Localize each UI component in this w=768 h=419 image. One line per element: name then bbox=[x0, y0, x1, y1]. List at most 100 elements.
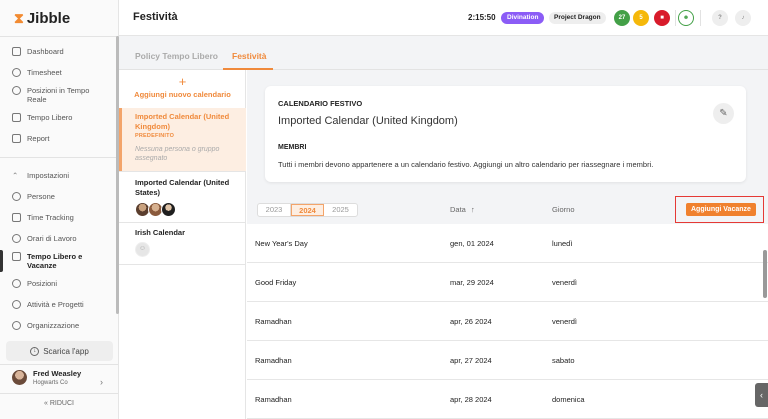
sidebar-item-organization[interactable]: Organizzazione bbox=[0, 321, 118, 330]
table-row[interactable]: Ramadhan apr, 28 2024 domenica bbox=[247, 380, 768, 419]
table-row[interactable]: New Year's Day gen, 01 2024 lunedì bbox=[247, 224, 768, 263]
holiday-date: apr, 28 2024 bbox=[450, 395, 492, 404]
tab-time-off-policy[interactable]: Policy Tempo Libero bbox=[135, 51, 218, 61]
sidebar-item-label: Dashboard bbox=[27, 47, 64, 56]
holiday-day: lunedì bbox=[552, 239, 573, 248]
calendar-name: Imported Calendar (United Kingdom) bbox=[135, 112, 230, 131]
members-text: Tutti i membri devono appartenere a un c… bbox=[278, 160, 654, 169]
clocked-in-count[interactable]: 27 bbox=[614, 10, 630, 26]
holiday-name: Ramadhan bbox=[255, 356, 292, 365]
sidebar-item-label: Organizzazione bbox=[27, 321, 80, 330]
help-icon[interactable]: ? bbox=[712, 10, 728, 26]
jibble-logo[interactable]: ⧗ Jibble bbox=[14, 10, 70, 27]
sidebar-settings-nav: ⌃ Impostazioni Persone Time Tracking Ora… bbox=[0, 171, 118, 330]
holiday-date: mar, 29 2024 bbox=[450, 278, 494, 287]
pencil-icon: ✎ bbox=[719, 108, 728, 119]
holiday-date: apr, 26 2024 bbox=[450, 317, 492, 326]
tab-bar: Policy Tempo Libero Festività bbox=[119, 36, 768, 70]
sidebar-item-timesheet[interactable]: Timesheet bbox=[0, 68, 118, 77]
holiday-name: Ramadhan bbox=[255, 395, 292, 404]
clock-icon bbox=[12, 68, 21, 77]
member-avatars: ☺ bbox=[135, 242, 230, 257]
date-column-header[interactable]: Data ↑ bbox=[450, 205, 475, 214]
year-option[interactable]: 2025 bbox=[324, 204, 357, 216]
suitcase-icon bbox=[12, 113, 21, 122]
sidebar-settings-toggle[interactable]: ⌃ Impostazioni bbox=[0, 171, 118, 180]
user-profile[interactable]: Fred Weasley Hogwarts Co bbox=[12, 369, 81, 386]
calendar-list: + Aggiungi nuovo calendario Imported Cal… bbox=[119, 70, 246, 419]
user-org: Hogwarts Co bbox=[33, 380, 68, 386]
divider bbox=[119, 171, 246, 172]
table-row[interactable]: Good Friday mar, 29 2024 venerdì bbox=[247, 263, 768, 302]
holiday-name: New Year's Day bbox=[255, 239, 308, 248]
table-row[interactable]: Ramadhan apr, 27 2024 sabato bbox=[247, 341, 768, 380]
calendar-item-us[interactable]: Imported Calendar (United States) bbox=[119, 178, 246, 219]
double-chevron-left-icon: « bbox=[44, 400, 48, 407]
edit-calendar-button[interactable]: ✎ bbox=[713, 103, 734, 124]
notifications-icon[interactable]: ♪ bbox=[735, 10, 751, 26]
sidebar-item-time-off[interactable]: Tempo Libero bbox=[0, 113, 118, 122]
chevron-left-icon[interactable]: ‹ bbox=[755, 383, 768, 407]
sidebar-item-report[interactable]: Report bbox=[0, 134, 118, 143]
table-row[interactable]: Ramadhan apr, 26 2024 venerdì bbox=[247, 302, 768, 341]
download-icon: ↓ bbox=[30, 346, 40, 356]
collapse-label: RIDUCI bbox=[49, 400, 74, 407]
report-icon bbox=[12, 134, 21, 143]
year-selector: 2023 2024 2025 bbox=[257, 203, 358, 217]
sidebar-item-label: Persone bbox=[27, 192, 55, 201]
sidebar-item-label: Report bbox=[27, 134, 50, 143]
sidebar-item-dashboard[interactable]: Dashboard bbox=[0, 47, 118, 56]
sidebar-item-time-tracking[interactable]: Time Tracking bbox=[0, 213, 118, 222]
page-title: Festività bbox=[133, 11, 178, 23]
divider bbox=[0, 364, 118, 365]
timer-display: 2:15:50 bbox=[468, 13, 496, 22]
sidebar-item-label: Time Tracking bbox=[27, 213, 74, 222]
holiday-calendar-detail: CALENDARIO FESTIVO Imported Calendar (Un… bbox=[247, 70, 768, 419]
on-break-count[interactable]: 5 bbox=[633, 10, 649, 26]
clock-in-icon[interactable]: ☻ bbox=[678, 10, 694, 26]
sort-arrow-up-icon: ↑ bbox=[470, 205, 475, 214]
location-pin-icon bbox=[12, 86, 21, 95]
avatar bbox=[12, 370, 27, 385]
holiday-date: gen, 01 2024 bbox=[450, 239, 494, 248]
stop-timer-button[interactable]: ■ bbox=[654, 10, 670, 26]
sidebar-item-label: Attività e Progetti bbox=[27, 300, 84, 309]
download-app-button[interactable]: ↓ Scarica l'app bbox=[6, 341, 113, 361]
sidebar-item-label: Posizioni bbox=[27, 279, 58, 288]
calendar-name: Imported Calendar (United States) bbox=[135, 178, 230, 197]
divider bbox=[0, 36, 118, 37]
calendar-item-irish[interactable]: Irish Calendar ☺ bbox=[119, 228, 246, 257]
chevron-right-icon[interactable]: › bbox=[100, 377, 103, 387]
sidebar-item-live-locations[interactable]: Posizioni in Tempo Reale bbox=[0, 86, 118, 104]
project-badge[interactable]: Project Dragon bbox=[549, 12, 606, 24]
sidebar-item-activities-projects[interactable]: Attività e Progetti bbox=[0, 300, 118, 309]
add-holidays-button[interactable]: Aggiungi Vacanze bbox=[686, 203, 756, 216]
holiday-day: domenica bbox=[552, 395, 585, 404]
sidebar-item-time-off-holidays[interactable]: Tempo Libero e Vacanze bbox=[0, 250, 118, 272]
year-option[interactable]: 2023 bbox=[258, 204, 291, 216]
activity-badge[interactable]: Divination bbox=[501, 12, 545, 24]
no-members-text: Nessuna persona o gruppo assegnato bbox=[135, 146, 220, 162]
calendar-info-card: CALENDARIO FESTIVO Imported Calendar (Un… bbox=[265, 86, 746, 182]
add-calendar-button[interactable]: + Aggiungi nuovo calendario bbox=[119, 70, 246, 107]
holiday-date: apr, 27 2024 bbox=[450, 356, 492, 365]
tab-holidays[interactable]: Festività bbox=[232, 51, 267, 61]
clock-icon bbox=[12, 234, 21, 243]
sidebar-item-work-schedules[interactable]: Orari di Lavoro bbox=[0, 234, 118, 243]
logo-text: Jibble bbox=[26, 10, 71, 27]
members-heading: MEMBRI bbox=[278, 144, 307, 151]
divider bbox=[700, 10, 701, 26]
day-column-header: Giorno bbox=[552, 205, 575, 214]
sidebar-item-label: Impostazioni bbox=[27, 171, 70, 180]
sidebar-item-people[interactable]: Persone bbox=[0, 192, 118, 201]
sidebar-item-locations[interactable]: Posizioni bbox=[0, 279, 118, 288]
card-heading: CALENDARIO FESTIVO bbox=[278, 99, 363, 108]
location-pin-icon bbox=[12, 279, 21, 288]
collapse-sidebar-button[interactable]: « RIDUCI bbox=[0, 400, 118, 407]
calendar-name: Irish Calendar bbox=[135, 228, 186, 237]
calendar-title: Imported Calendar (United Kingdom) bbox=[278, 115, 458, 127]
year-option-selected[interactable]: 2024 bbox=[291, 204, 324, 216]
people-icon bbox=[12, 192, 21, 201]
content-scrollbar[interactable] bbox=[763, 250, 767, 298]
calendar-item-uk[interactable]: Imported Calendar (United Kingdom) PREDE… bbox=[119, 108, 246, 171]
